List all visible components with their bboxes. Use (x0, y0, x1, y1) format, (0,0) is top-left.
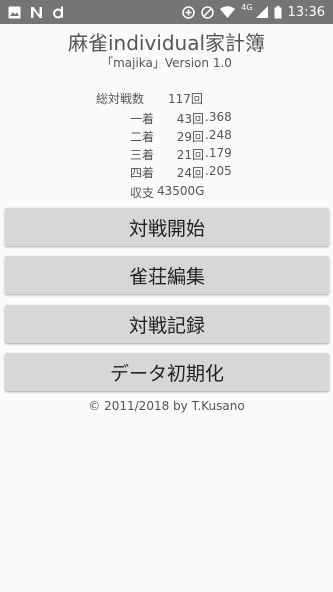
stat-row: 三着 21回 .179 (0, 146, 333, 164)
stat-rank-label: 一着 (129, 112, 154, 126)
stat-row: 四着 24回 .205 (0, 164, 333, 182)
stat-rank-label: 四着 (129, 166, 154, 180)
clock: 13:36 (287, 4, 325, 20)
image-icon (8, 6, 21, 19)
stat-balance-value: 43500G (157, 184, 205, 198)
d-icon (52, 6, 65, 19)
stat-row: 一着 43回 .368 (0, 110, 333, 128)
stat-row: 二着 29回 .248 (0, 128, 333, 146)
stat-total-value: 117回 (168, 92, 203, 106)
app-title: 麻雀individual家計簿 (67, 31, 266, 55)
stat-total-label: 総対戦数 (96, 92, 145, 106)
stat-balance-row: 収支 43500G (0, 184, 333, 202)
copyright: © 2011/2018 by T.Kusano (88, 399, 245, 413)
battery-icon (274, 5, 282, 19)
stat-rank-rate: .248 (205, 128, 232, 142)
stat-total-row: 総対戦数 117回 (0, 90, 333, 108)
notification-icons (8, 6, 74, 19)
do-not-disturb-icon (201, 5, 214, 19)
stat-rank-rate: .368 (205, 110, 232, 124)
stat-rank-count: 21回 (176, 148, 204, 162)
stat-rank-count: 29回 (176, 130, 204, 144)
app-version: 「majika」Version 1.0 (101, 56, 232, 70)
stat-rank-rate: .179 (205, 146, 232, 160)
sync-icon (182, 5, 195, 19)
start-match-button[interactable]: 対戦開始 (5, 208, 329, 246)
stat-rank-count: 43回 (176, 112, 204, 126)
match-records-button[interactable]: 対戦記録 (5, 305, 329, 343)
stat-balance-label: 収支 (129, 186, 154, 200)
wifi-icon (220, 6, 236, 18)
stat-rank-label: 三着 (129, 148, 154, 162)
network-type: 4G (241, 2, 253, 12)
reset-data-button[interactable]: データ初期化 (5, 353, 329, 391)
stat-rank-count: 24回 (176, 166, 204, 180)
system-icons: 4G 13:36 (176, 2, 325, 20)
edit-parlor-button[interactable]: 雀荘編集 (5, 256, 329, 294)
stat-rank-rate: .205 (205, 164, 232, 178)
status-bar: 4G 13:36 (0, 0, 333, 24)
signal-icon (255, 6, 268, 18)
n-icon (30, 6, 43, 19)
stat-rank-label: 二着 (129, 130, 154, 144)
